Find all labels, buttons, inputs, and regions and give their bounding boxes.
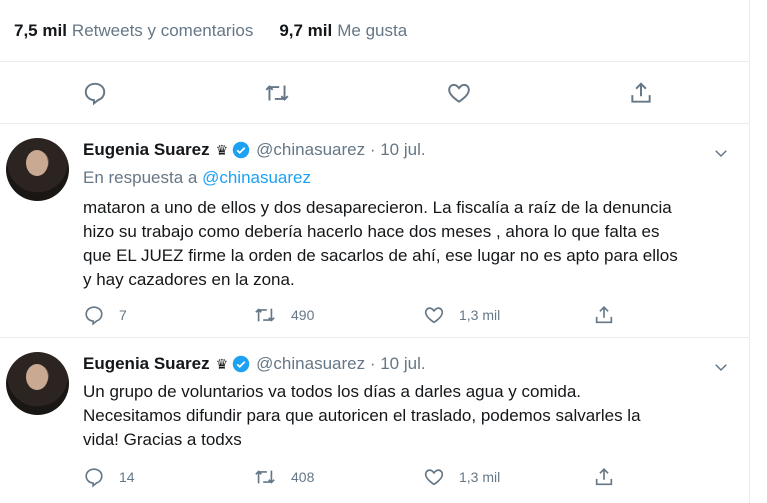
retweet-button[interactable] — [262, 78, 292, 108]
share-button[interactable] — [593, 304, 633, 326]
share-icon — [595, 306, 613, 324]
retweet-button[interactable]: 408 — [253, 466, 423, 488]
reply-count: 7 — [119, 307, 127, 323]
share-icon — [631, 82, 651, 103]
retweets-label: Retweets y comentarios — [71, 20, 254, 40]
reply-button[interactable]: 7 — [83, 304, 253, 326]
tweet-text-line: Necesitamos difundir para que autoricen … — [83, 406, 641, 425]
tweet-thread: 7,5 mil Retweets y comentarios 9,7 mil M… — [0, 0, 750, 503]
reply-context: En respuesta a @chinasuarez — [83, 168, 311, 188]
share-icon — [595, 468, 613, 486]
tweet-text-line: hizo su trabajo como debería hacerlo hac… — [83, 222, 660, 241]
tweet-text: Un grupo de voluntarios va todos los día… — [83, 380, 738, 452]
heart-icon — [448, 83, 470, 103]
author-name[interactable]: Eugenia Suarez — [83, 140, 210, 160]
tweet-header: Eugenia Suarez ♛ @chinasuarez · 10 jul. — [83, 140, 426, 160]
tweet-text-line: mataron a uno de ellos y dos desaparecie… — [83, 198, 672, 217]
like-button[interactable]: 1,3 mil — [423, 466, 593, 488]
retweet-count: 490 — [291, 307, 315, 323]
reply-count: 14 — [119, 469, 135, 485]
reply-prefix: En respuesta a — [83, 168, 203, 187]
reply-button[interactable] — [80, 78, 110, 108]
likes-count: 9,7 mil — [279, 20, 333, 40]
retweet-icon — [255, 308, 275, 322]
tweet-text-line: Un grupo de voluntarios va todos los día… — [83, 382, 582, 401]
reply-icon — [84, 82, 106, 106]
tweet-actions: 7 490 1,3 mil — [83, 304, 633, 326]
share-button[interactable] — [626, 78, 656, 108]
likes-label: Me gusta — [337, 20, 408, 40]
main-tweet-actions — [0, 62, 750, 124]
chevron-down-icon[interactable] — [712, 358, 730, 376]
retweet-icon — [265, 85, 289, 101]
retweet-count: 408 — [291, 469, 315, 485]
retweet-button[interactable]: 490 — [253, 304, 423, 326]
tweet-text-line: vida! Gracias a todxs — [83, 430, 242, 449]
reply-icon — [85, 306, 103, 326]
like-count: 1,3 mil — [459, 307, 501, 323]
verified-badge-icon — [232, 141, 250, 159]
heart-icon — [424, 307, 444, 324]
crown-icon: ♛ — [215, 141, 229, 158]
like-button[interactable] — [444, 78, 474, 108]
tweet-actions: 14 408 1,3 mil — [83, 466, 633, 488]
chevron-down-icon[interactable] — [712, 144, 730, 162]
avatar[interactable] — [6, 138, 69, 201]
author-handle-date[interactable]: @chinasuarez · 10 jul. — [256, 354, 425, 374]
verified-badge-icon — [232, 355, 250, 373]
reply-button[interactable]: 14 — [83, 466, 253, 488]
author-name[interactable]: Eugenia Suarez — [83, 354, 210, 374]
crown-icon: ♛ — [215, 355, 229, 372]
tweet-reply-1[interactable]: Eugenia Suarez ♛ @chinasuarez · 10 jul. … — [0, 124, 750, 338]
tweet-reply-2[interactable]: Eugenia Suarez ♛ @chinasuarez · 10 jul. … — [0, 338, 750, 503]
reply-mention-link[interactable]: @chinasuarez — [202, 168, 311, 187]
reply-icon — [85, 468, 103, 488]
like-button[interactable]: 1,3 mil — [423, 304, 593, 326]
retweets-count: 7,5 mil — [14, 20, 67, 40]
tweet-text-line: y hay cazadores en la zona. — [83, 270, 295, 289]
tweet-text: mataron a uno de ellos y dos desaparecie… — [83, 196, 738, 292]
likes-stat[interactable]: 9,7 mil Me gusta — [279, 21, 407, 41]
tweet-header: Eugenia Suarez ♛ @chinasuarez · 10 jul. — [83, 354, 426, 374]
tweet-text-line: que EL JUEZ firme la orden de sacarlos d… — [83, 246, 678, 265]
like-count: 1,3 mil — [459, 469, 501, 485]
share-button[interactable] — [593, 466, 633, 488]
author-handle-date[interactable]: @chinasuarez · 10 jul. — [256, 140, 425, 160]
avatar[interactable] — [6, 352, 69, 415]
retweet-icon — [255, 470, 275, 484]
tweet-stats-bar: 7,5 mil Retweets y comentarios 9,7 mil M… — [0, 0, 750, 62]
retweets-stat[interactable]: 7,5 mil Retweets y comentarios — [14, 21, 253, 41]
heart-icon — [424, 469, 444, 486]
